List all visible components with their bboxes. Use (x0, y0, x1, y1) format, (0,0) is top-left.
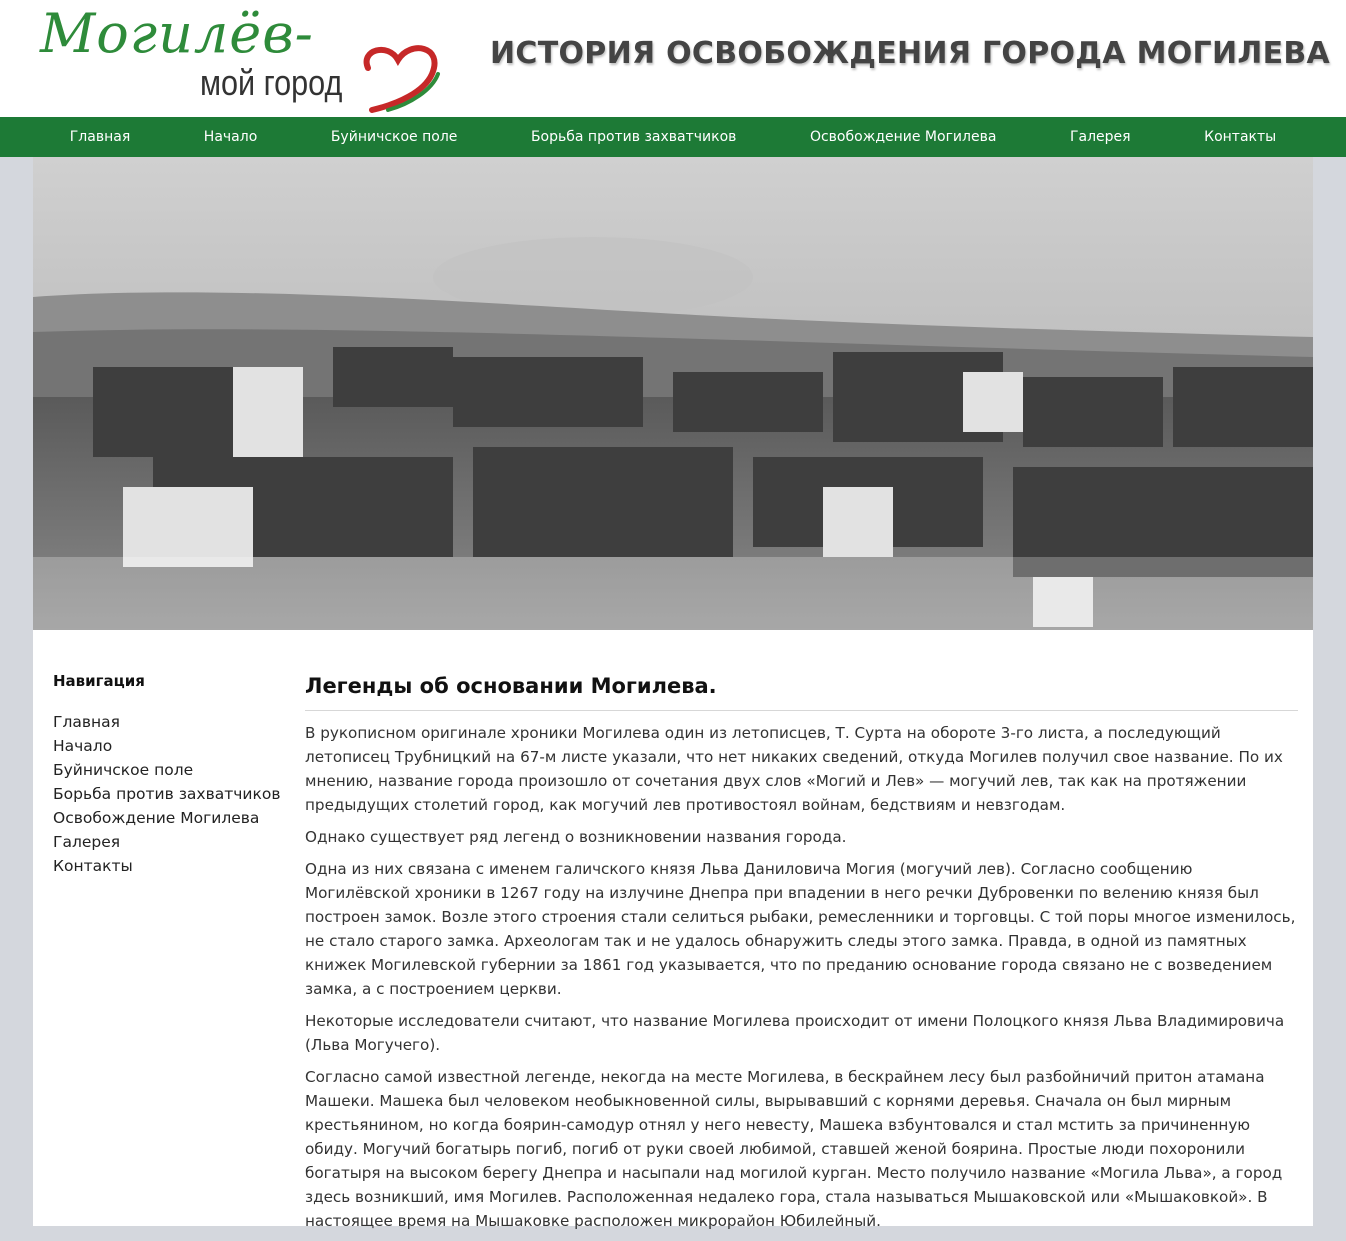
top-navigation: Главная Начало Буйничское поле Борьба пр… (0, 117, 1346, 157)
article-paragraph: В рукописном оригинале хроники Могилева … (305, 724, 1283, 814)
topnav-item-buynichi[interactable]: Буйничское поле (331, 129, 458, 145)
heart-icon (363, 45, 440, 113)
sidebar-item-home[interactable]: Главная (53, 710, 293, 734)
article-heading: Легенды об основании Могилева. (305, 674, 1298, 711)
sidebar-menu: Главная Начало Буйничское поле Борьба пр… (53, 710, 293, 878)
sidebar-item-struggle[interactable]: Борьба против захватчиков (53, 782, 293, 806)
sidebar-item-contacts[interactable]: Контакты (53, 854, 293, 878)
logo-script-text: Могилёв- (40, 2, 314, 65)
sidebar-navigation: Навигация Главная Начало Буйничское поле… (53, 672, 293, 878)
topnav-item-start[interactable]: Начало (204, 129, 257, 145)
content-area: Навигация Главная Начало Буйничское поле… (33, 630, 1313, 1230)
topnav-item-liberation[interactable]: Освобождение Могилева (810, 129, 996, 145)
article-paragraph: Согласно самой известной легенде, некогд… (305, 1068, 1283, 1230)
site-title: ИСТОРИЯ ОСВОБОЖДЕНИЯ ГОРОДА МОГИЛЕВА (490, 36, 1331, 71)
sidebar-item-start[interactable]: Начало (53, 734, 293, 758)
sidebar-item-buynichi[interactable]: Буйничское поле (53, 758, 293, 782)
topnav-item-struggle[interactable]: Борьба против захватчиков (531, 129, 736, 145)
logo-subtitle: мой город (200, 62, 343, 103)
site-header: Могилёв- мой город ИСТОРИЯ ОСВОБОЖДЕНИЯ … (0, 0, 1346, 117)
main-article: Легенды об основании Могилева. В рукопис… (305, 674, 1298, 1241)
article-paragraph: Некоторые исследователи считают, что наз… (305, 1012, 1285, 1054)
article-paragraph: Однако существует ряд легенд о возникнов… (305, 828, 847, 846)
hero-city-photo (33, 157, 1313, 630)
sidebar-item-liberation[interactable]: Освобождение Могилева (53, 806, 293, 830)
sidebar-item-gallery[interactable]: Галерея (53, 830, 293, 854)
article-paragraph: Одна из них связана с именем галичского … (305, 860, 1296, 998)
site-logo[interactable]: Могилёв- мой город (40, 0, 450, 115)
hero-image (33, 157, 1313, 630)
topnav-item-contacts[interactable]: Контакты (1204, 129, 1276, 145)
topnav-item-home[interactable]: Главная (70, 129, 130, 145)
topnav-item-gallery[interactable]: Галерея (1070, 129, 1131, 145)
sidebar-title: Навигация (53, 672, 145, 690)
